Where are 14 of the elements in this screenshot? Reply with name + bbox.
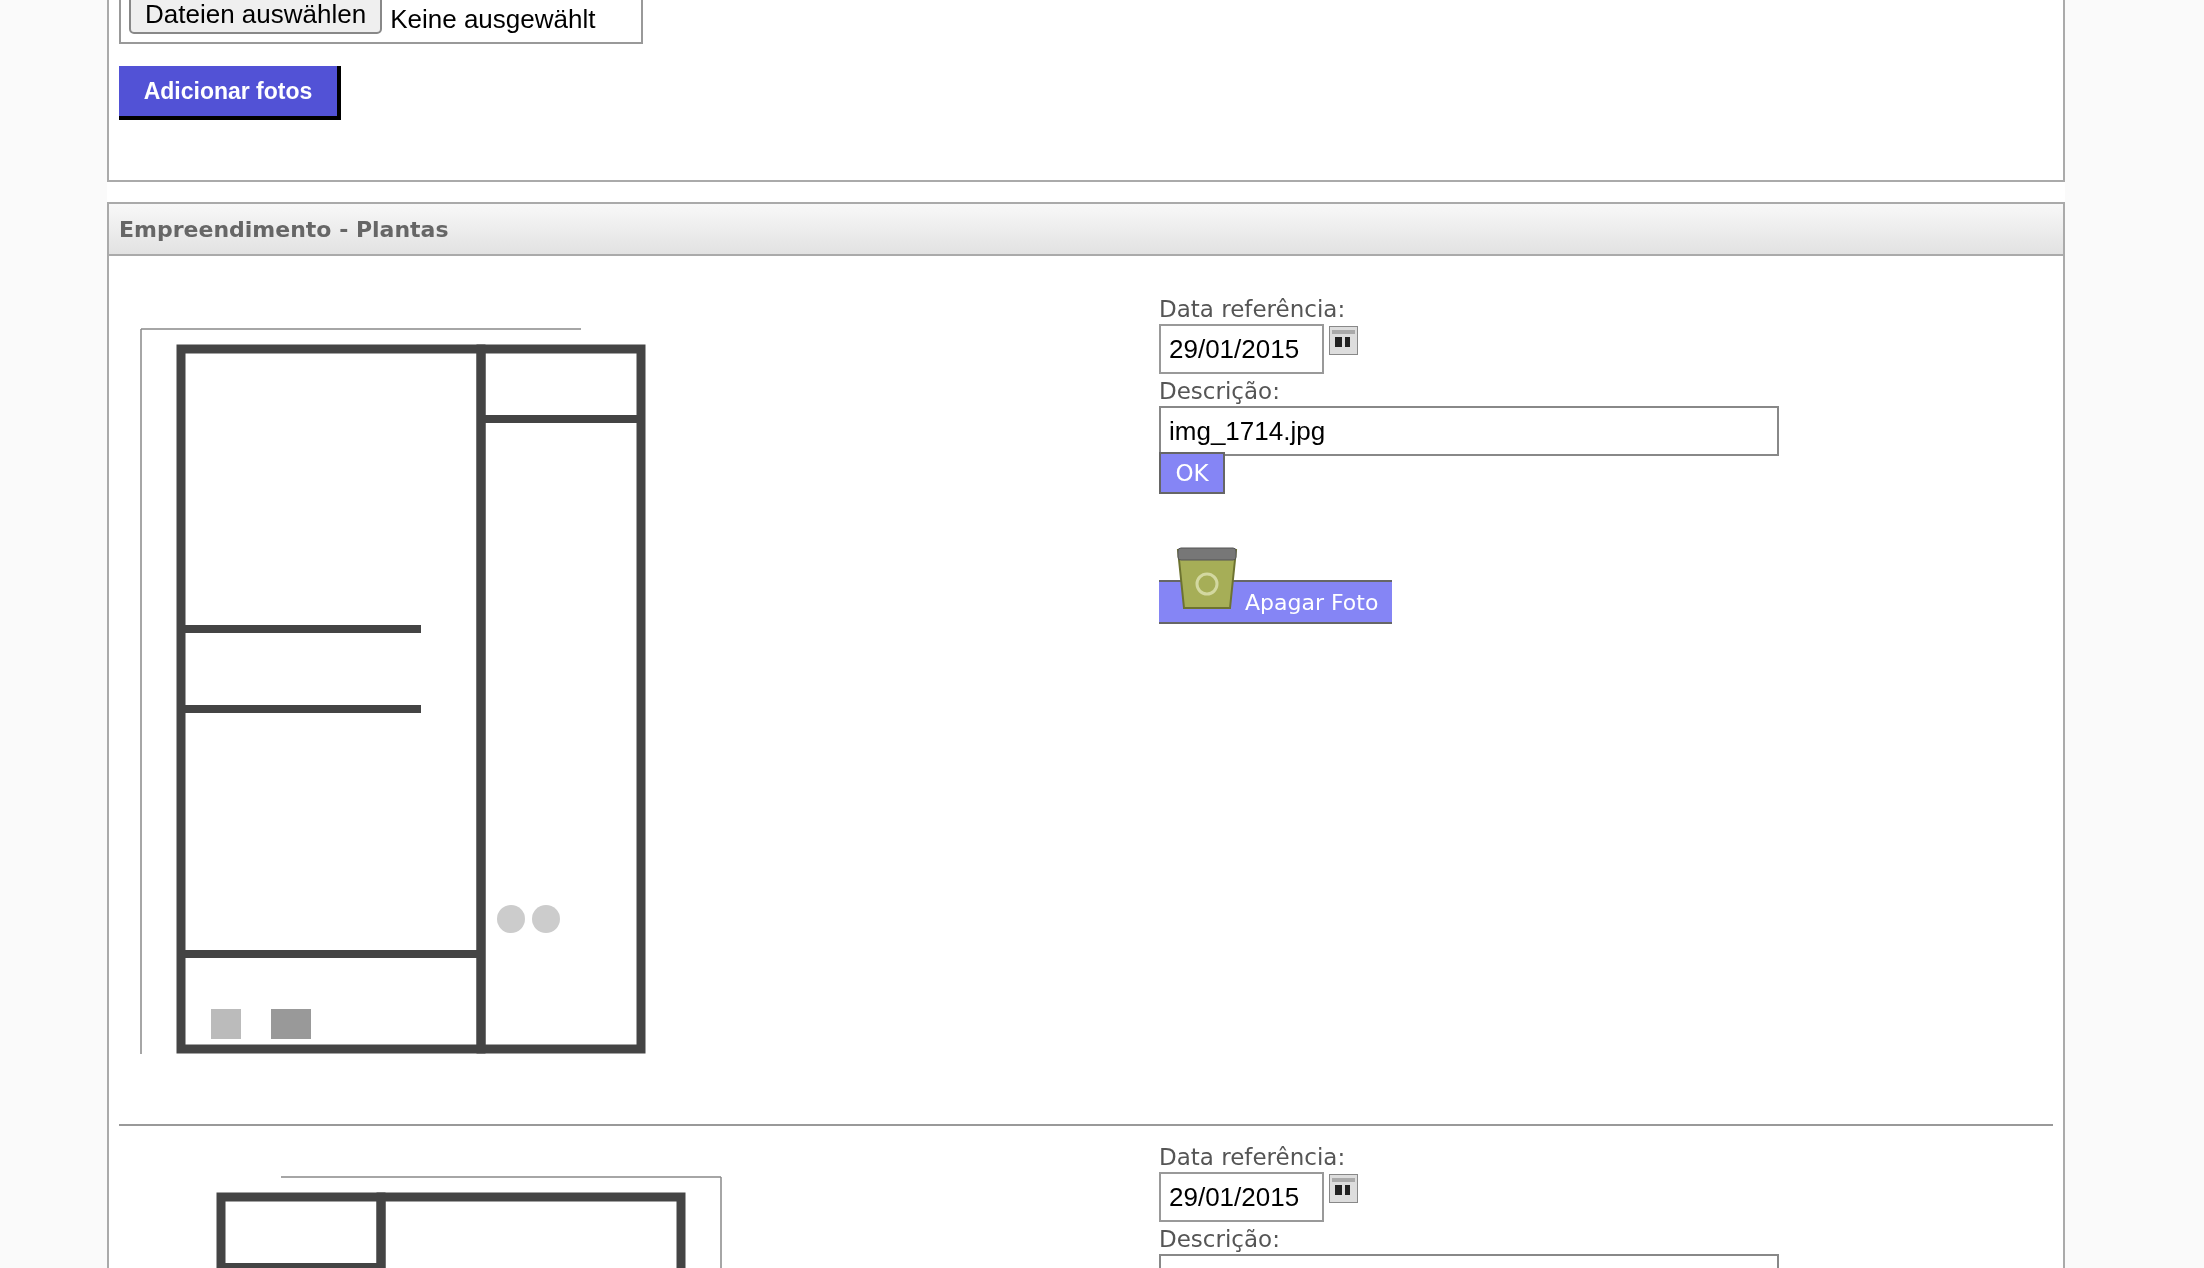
file-status: Keine ausgewählt <box>390 4 596 34</box>
add-photos-button[interactable]: Adicionar fotos <box>119 66 341 120</box>
field-label: Data referência: <box>1159 295 1347 324</box>
field-label: Descrição: <box>1159 1225 1281 1254</box>
calendar-icon[interactable] <box>1329 1174 1358 1203</box>
date-field[interactable]: 29/01/2015 <box>1159 1172 1324 1222</box>
description-field[interactable]: img_1714.jpg <box>1159 406 1779 456</box>
field-label: Data referência: <box>1159 1143 1347 1172</box>
section-header: Empreendimento - Plantas <box>109 204 2063 256</box>
date-field[interactable]: 29/01/2015 <box>1159 324 1324 374</box>
field-label: Descrição: <box>1159 377 1281 406</box>
trash-can-icon <box>1174 546 1240 612</box>
calendar-icon[interactable] <box>1329 326 1358 355</box>
choose-files-button[interactable]: Dateien auswählen <box>129 0 383 34</box>
